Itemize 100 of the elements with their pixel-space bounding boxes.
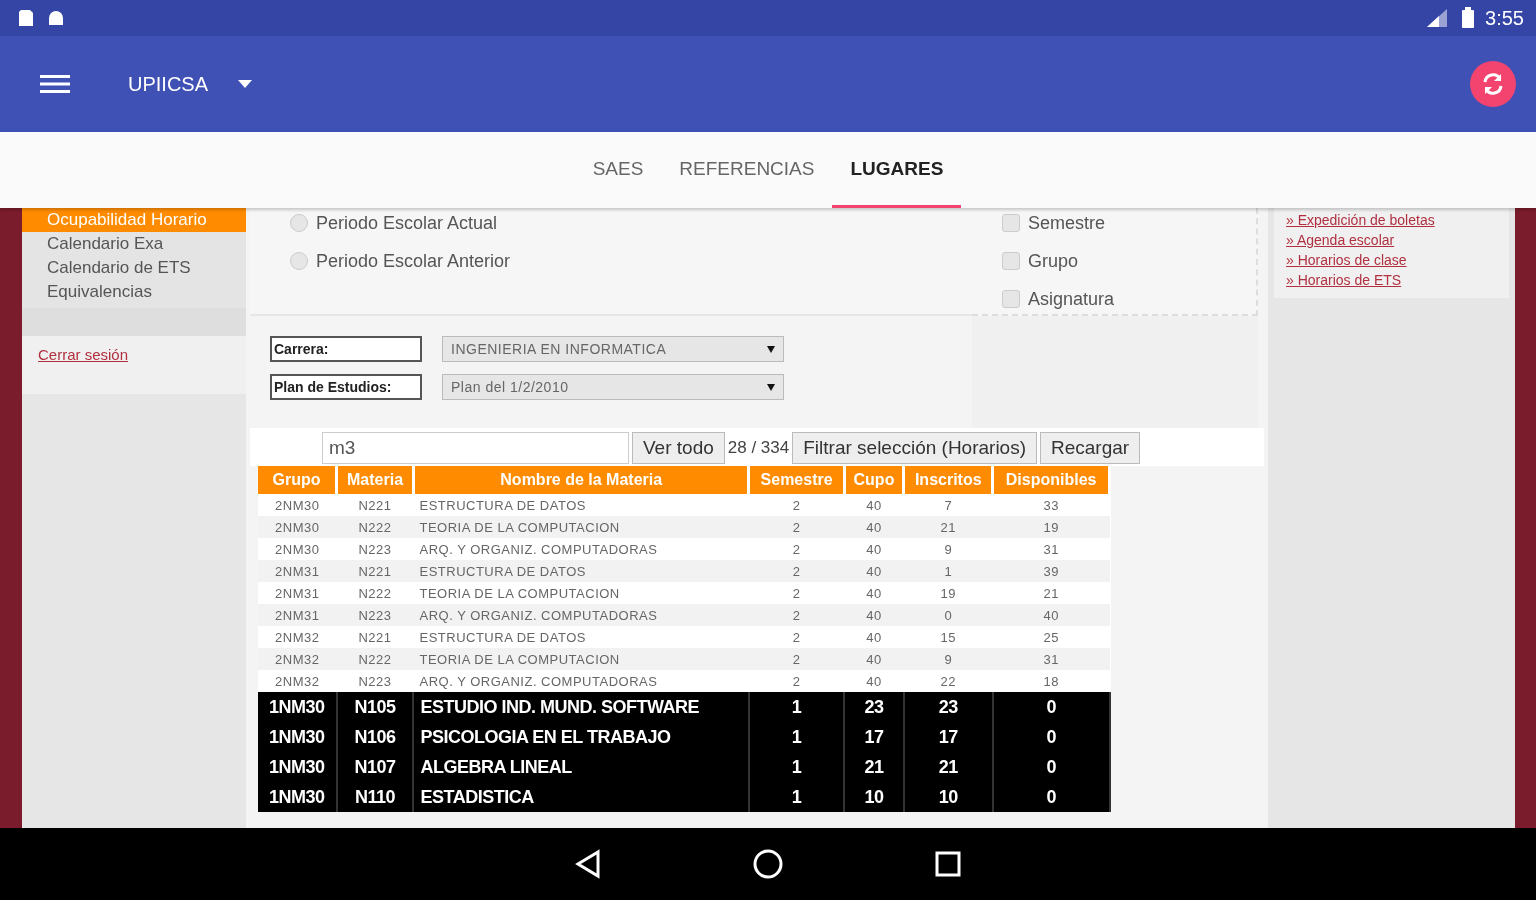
- table-cell: N105: [336, 692, 414, 722]
- table-cell: 2: [748, 604, 845, 626]
- table-cell: 19: [903, 582, 993, 604]
- radio-label: Periodo Escolar Anterior: [316, 250, 511, 272]
- filter-button[interactable]: Filtrar selección (Horarios): [792, 432, 1037, 464]
- table-cell: 0: [992, 722, 1110, 752]
- table-cell: 2NM32: [258, 626, 337, 648]
- table-cell: 2NM30: [258, 494, 337, 516]
- table-cell: 21: [903, 516, 993, 538]
- caret-icon[interactable]: [238, 80, 253, 88]
- table-cell: 40: [844, 670, 904, 692]
- table-cell: 23: [844, 692, 904, 722]
- checkbox-label: Semestre: [1028, 212, 1106, 234]
- table-cell: N222: [336, 582, 414, 604]
- table-cell: 1: [748, 752, 845, 782]
- search-field[interactable]: m3: [322, 432, 629, 464]
- checkbox[interactable]: [1002, 252, 1020, 270]
- link[interactable]: » Horarios de clase: [1286, 250, 1497, 270]
- clock: 3:55: [1485, 6, 1524, 30]
- table-cell: 17: [844, 722, 904, 752]
- reload-button[interactable]: Recargar: [1040, 432, 1141, 464]
- checkbox[interactable]: [1002, 214, 1020, 232]
- radio-label: Periodo Escolar Actual: [316, 212, 498, 234]
- table-cell: 1NM30: [258, 752, 337, 782]
- table-cell: 2NM32: [258, 670, 337, 692]
- dropdown[interactable]: Plan del 1/2/2010: [442, 374, 784, 400]
- table-cell: 10: [903, 782, 993, 812]
- table-cell: N221: [336, 494, 414, 516]
- tab[interactable]: REFERENCIAS: [661, 132, 833, 208]
- table-cell: 17: [903, 722, 993, 752]
- table-cell: TEORIA DE LA COMPUTACION: [413, 516, 749, 538]
- table-cell: 31: [992, 538, 1110, 560]
- table-cell: 2: [748, 560, 845, 582]
- table-cell: TEORIA DE LA COMPUTACION: [413, 648, 749, 670]
- column-header: Disponibles: [992, 466, 1110, 494]
- radio-button[interactable]: [290, 252, 308, 270]
- table-cell: ARQ. Y ORGANIZ. COMPUTADORAS: [413, 670, 749, 692]
- field-label: Carrera:: [270, 336, 422, 362]
- table-cell: N223: [336, 670, 414, 692]
- table-cell: 0: [992, 782, 1110, 812]
- table-cell: 21: [992, 582, 1110, 604]
- link[interactable]: » Horarios de ETS: [1286, 270, 1497, 290]
- app-title[interactable]: UPIICSA: [128, 72, 209, 96]
- recents-icon[interactable]: [934, 850, 962, 878]
- table-cell: N223: [336, 538, 414, 560]
- table-cell: 2NM30: [258, 538, 337, 560]
- sidebar-item[interactable]: Calendario de ETS: [22, 256, 246, 280]
- logout-link[interactable]: Cerrar sesión: [38, 346, 129, 363]
- table-cell: 40: [992, 604, 1110, 626]
- result-count: 28 / 334: [727, 438, 790, 458]
- sidebar-item[interactable]: Equivalencias: [22, 280, 246, 304]
- link[interactable]: » Expedición de boletas: [1286, 210, 1497, 230]
- table-cell: 2: [748, 670, 845, 692]
- table-cell: ESTUDIO IND. MUND. SOFTWARE: [413, 692, 749, 722]
- column-header: Inscritos: [903, 466, 993, 494]
- table-cell: 18: [992, 670, 1110, 692]
- table-cell: 25: [992, 626, 1110, 648]
- table-cell: 2: [748, 582, 845, 604]
- column-header: Nombre de la Materia: [413, 466, 749, 494]
- table-cell: N221: [336, 626, 414, 648]
- table-cell: N223: [336, 604, 414, 626]
- table-cell: 40: [844, 538, 904, 560]
- table-cell: 0: [992, 692, 1110, 722]
- table-cell: 40: [844, 516, 904, 538]
- link[interactable]: » Agenda escolar: [1286, 230, 1497, 250]
- dropdown[interactable]: INGENIERIA EN INFORMATICA: [442, 336, 784, 362]
- back-icon[interactable]: [574, 849, 602, 879]
- table-cell: 40: [844, 560, 904, 582]
- checkbox-label: Grupo: [1028, 250, 1079, 272]
- checkbox[interactable]: [1002, 290, 1020, 308]
- table-cell: 9: [903, 648, 993, 670]
- field-label: Plan de Estudios:: [270, 374, 422, 400]
- table-cell: 40: [844, 648, 904, 670]
- table-cell: 2NM31: [258, 560, 337, 582]
- table-cell: N110: [336, 782, 414, 812]
- refresh-button[interactable]: [1470, 61, 1516, 107]
- menu-icon[interactable]: [40, 74, 70, 94]
- table-cell: 2NM31: [258, 582, 337, 604]
- table-cell: ESTADISTICA: [413, 782, 749, 812]
- table-cell: ARQ. Y ORGANIZ. COMPUTADORAS: [413, 538, 749, 560]
- table-cell: 2: [748, 626, 845, 648]
- table-cell: N222: [336, 648, 414, 670]
- table-cell: 15: [903, 626, 993, 648]
- sidebar-item[interactable]: Calendario Exa: [22, 232, 246, 256]
- tab[interactable]: SAES: [574, 132, 662, 208]
- table-cell: 21: [903, 752, 993, 782]
- table-cell: 23: [903, 692, 993, 722]
- table-cell: 2: [748, 516, 845, 538]
- table-cell: N222: [336, 516, 414, 538]
- show-all-button[interactable]: Ver todo: [632, 432, 725, 464]
- table-cell: 10: [844, 782, 904, 812]
- column-header: Materia: [336, 466, 414, 494]
- table-cell: 1: [903, 560, 993, 582]
- home-icon[interactable]: [752, 848, 784, 880]
- battery-icon: [1461, 7, 1476, 29]
- table-cell: ESTRUCTURA DE DATOS: [413, 560, 749, 582]
- radio-button[interactable]: [290, 214, 308, 232]
- table-cell: 22: [903, 670, 993, 692]
- table-cell: 2: [748, 494, 845, 516]
- table-cell: 40: [844, 604, 904, 626]
